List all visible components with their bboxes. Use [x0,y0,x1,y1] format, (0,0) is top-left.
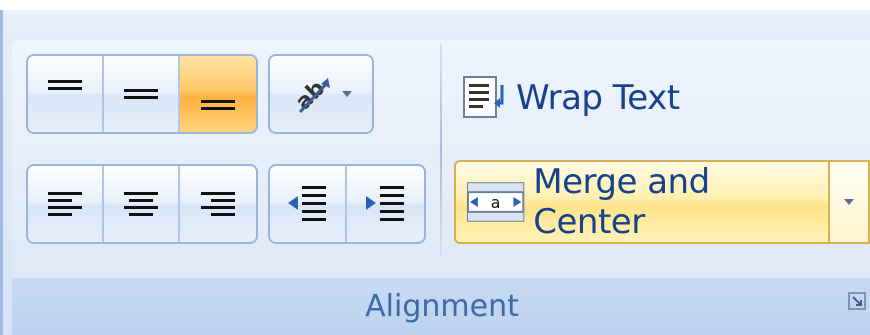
merge-and-center-control: a Merge and Center [454,160,870,244]
merge-and-center-label: Merge and Center [533,162,710,242]
align-center-icon [124,192,158,216]
increase-indent-icon [365,186,404,221]
merge-and-center-button[interactable]: a Merge and Center [456,162,830,242]
merge-dropdown-button[interactable] [830,162,868,242]
indent-group [268,164,426,244]
top-align-icon [48,80,82,90]
middle-align-icon [124,89,158,99]
align-left-button[interactable] [28,166,104,242]
center-button[interactable] [104,166,180,242]
increase-indent-button[interactable] [347,166,424,242]
dialog-launcher-icon[interactable] [848,292,866,310]
bottom-align-button[interactable] [180,56,256,132]
align-left-icon [48,192,82,216]
svg-text:a: a [491,193,501,212]
align-right-icon [201,192,235,216]
orientation-inner: ab [270,56,372,132]
horizontal-align-group [26,164,258,244]
wrap-text-label: Wrap Text [516,78,680,118]
chevron-down-icon [844,199,854,205]
group-title: Alignment [365,289,519,324]
ribbon-top-edge [0,0,870,10]
middle-align-button[interactable] [104,56,180,132]
text-orientation-icon: ab [291,76,330,115]
merge-cells-icon: a [466,182,525,222]
bottom-align-icon [201,100,235,110]
wrap-text-icon [463,76,504,118]
vertical-align-group [26,54,258,134]
decrease-indent-icon [287,186,326,221]
chevron-down-icon [342,91,352,97]
group-separator [440,44,442,256]
align-right-button[interactable] [180,166,256,242]
decrease-indent-button[interactable] [270,166,347,242]
wrap-text-button[interactable]: Wrap Text [460,68,680,128]
orientation-button[interactable]: ab [268,54,374,134]
top-align-button[interactable] [28,56,104,132]
group-footer: Alignment [12,278,870,335]
